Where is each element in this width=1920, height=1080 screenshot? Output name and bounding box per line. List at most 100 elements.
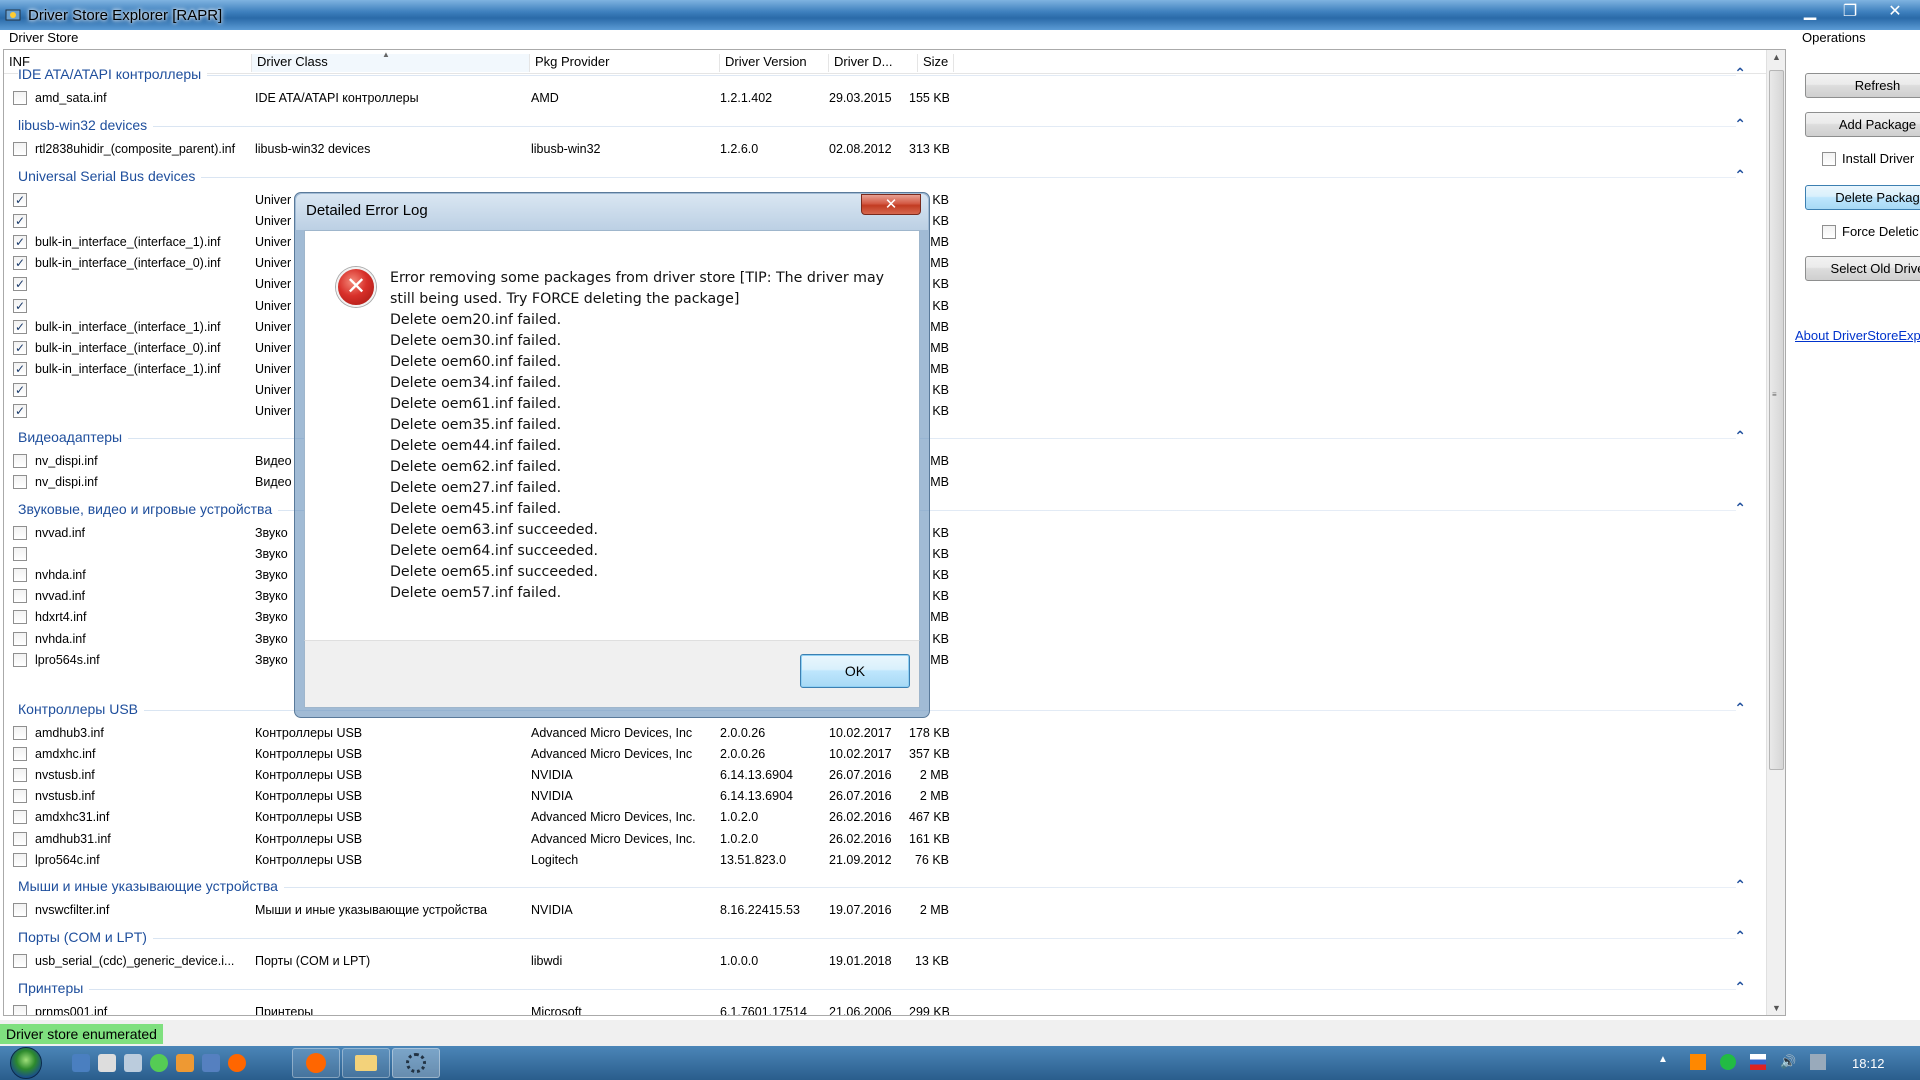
tray-expand-icon[interactable]: ▲ [1658, 1054, 1674, 1070]
row-checkbox[interactable] [13, 747, 27, 762]
table-row[interactable]: nvswcfilter.inf Мыши и иные указывающие у… [4, 900, 1766, 921]
table-row[interactable]: nvstusb.inf Контроллеры USB NVIDIA 6.14.13.… [4, 786, 1766, 807]
row-checkbox[interactable] [13, 652, 27, 667]
group-header[interactable]: Universal Serial Bus devices ⌃ [4, 166, 1766, 188]
row-checkbox[interactable] [13, 547, 27, 562]
cell-inf: rtl2838uhidir_(composite_parent).inf [35, 142, 236, 156]
group-header[interactable]: Принтеры ⌃ [4, 978, 1766, 1000]
explorer-task-icon[interactable] [342, 1048, 390, 1078]
scroll-up-icon[interactable]: ▲ [1772, 52, 1781, 62]
checkbox-icon[interactable] [1822, 151, 1836, 166]
table-row[interactable]: amdxhc.inf Контроллеры USB Advanced Micro … [4, 744, 1766, 765]
row-checkbox[interactable]: ✓ [13, 298, 27, 313]
scroll-thumb[interactable] [1769, 70, 1784, 770]
start-orb[interactable] [10, 1047, 42, 1079]
row-checkbox[interactable] [13, 1005, 27, 1015]
chevron-up-icon[interactable]: ⌃ [1734, 979, 1746, 996]
chevron-up-icon[interactable]: ⌃ [1734, 500, 1746, 517]
taskbar-clock[interactable]: 18:12 [1852, 1056, 1885, 1071]
ok-button[interactable]: OK [800, 654, 910, 688]
row-checkbox[interactable] [13, 91, 27, 105]
chevron-up-icon[interactable]: ⌃ [1734, 65, 1746, 82]
media-quicklaunch-icon[interactable] [98, 1054, 116, 1072]
maximize-button[interactable]: ❐ [1830, 0, 1870, 22]
cell-driver-version: 6.1.7601.17514 [720, 1005, 807, 1016]
row-checkbox[interactable] [13, 789, 27, 804]
action-center-icon[interactable] [1810, 1054, 1826, 1070]
row-checkbox[interactable] [13, 954, 27, 968]
row-checkbox[interactable]: ✓ [13, 382, 27, 397]
row-checkbox[interactable] [13, 142, 27, 156]
table-row[interactable]: lpro564c.inf Контроллеры USB Logitech 13.51… [4, 850, 1766, 871]
vertical-scrollbar[interactable]: ▲ ≡ ▼ [1766, 50, 1785, 1015]
error-log-line: Delete oem34.inf failed. [390, 375, 562, 391]
row-checkbox[interactable]: ✓ [13, 404, 27, 418]
about-link[interactable]: About DriverStoreExp [1795, 328, 1920, 343]
table-row[interactable]: amd_sata.inf IDE ATA/ATAPI контроллеры AMD… [4, 88, 1766, 109]
row-checkbox[interactable] [13, 610, 27, 625]
install-driver-checkbox[interactable]: Install Driver [1822, 151, 1914, 166]
row-checkbox[interactable] [13, 768, 27, 783]
notepad-quicklaunch-icon[interactable] [124, 1054, 142, 1072]
row-checkbox[interactable]: ✓ [13, 214, 27, 229]
table-row[interactable]: prnms001.inf Принтеры Microsoft 6.1.7601.17… [4, 1002, 1766, 1016]
table-row[interactable]: nvstusb.inf Контроллеры USB NVIDIA 6.14.13.… [4, 765, 1766, 786]
row-checkbox[interactable] [13, 454, 27, 468]
calculator-quicklaunch-icon[interactable] [202, 1054, 220, 1072]
explorer-quicklaunch-icon[interactable] [72, 1054, 90, 1072]
row-checkbox[interactable]: ✓ [13, 361, 27, 376]
row-checkbox[interactable]: ✓ [13, 340, 27, 355]
refresh-button[interactable]: Refresh [1805, 73, 1920, 98]
group-header[interactable]: IDE ATA/ATAPI контроллеры ⌃ [4, 64, 1766, 86]
row-checkbox[interactable]: ✓ [13, 235, 27, 250]
table-row[interactable]: amdxhc31.inf Контроллеры USB Advanced Micr… [4, 807, 1766, 828]
row-checkbox[interactable] [13, 568, 27, 583]
error-log-line: still being used. Try FORCE deleting the… [390, 291, 740, 307]
close-window-button[interactable]: ✕ [1870, 0, 1920, 22]
group-header[interactable]: Мыши и иные указывающие устройства ⌃ [4, 876, 1766, 898]
row-checkbox[interactable] [13, 726, 27, 740]
chevron-up-icon[interactable]: ⌃ [1734, 877, 1746, 894]
group-header[interactable]: Порты (COM и LPT) ⌃ [4, 927, 1766, 949]
table-row[interactable]: usb_serial_(cdc)_generic_device.i... Порт… [4, 951, 1766, 972]
row-checkbox[interactable]: ✓ [13, 277, 27, 292]
select-old-drivers-button[interactable]: Select Old Drive [1805, 256, 1920, 281]
chevron-up-icon[interactable]: ⌃ [1734, 116, 1746, 133]
add-package-button[interactable]: Add Package [1805, 112, 1920, 137]
row-checkbox[interactable] [13, 852, 27, 867]
table-row[interactable]: rtl2838uhidir_(composite_parent).inf libu… [4, 139, 1766, 160]
row-checkbox[interactable]: ✓ [13, 256, 27, 271]
row-checkbox[interactable] [13, 526, 27, 540]
force-deletion-checkbox[interactable]: Force Deletic [1822, 224, 1919, 239]
row-checkbox[interactable] [13, 589, 27, 604]
tray-network-icon[interactable] [1720, 1054, 1736, 1070]
language-flag-icon[interactable] [1750, 1054, 1766, 1070]
archive-quicklaunch-icon[interactable] [176, 1054, 194, 1072]
cell-driver-class: IDE ATA/ATAPI контроллеры [255, 91, 419, 105]
row-checkbox[interactable]: ✓ [13, 319, 27, 334]
utorrent-quicklaunch-icon[interactable] [150, 1054, 168, 1072]
group-header[interactable]: libusb-win32 devices ⌃ [4, 115, 1766, 137]
table-row[interactable]: amdhub3.inf Контроллеры USB Advanced Micro… [4, 723, 1766, 744]
chevron-up-icon[interactable]: ⌃ [1734, 428, 1746, 445]
driverstore-task-icon[interactable] [392, 1048, 440, 1078]
firefox-quicklaunch-icon[interactable] [228, 1054, 246, 1072]
row-checkbox[interactable] [13, 631, 27, 646]
volume-icon[interactable]: 🔊 [1780, 1054, 1796, 1070]
firefox-task-icon[interactable] [292, 1048, 340, 1078]
row-checkbox[interactable] [13, 903, 27, 917]
chevron-up-icon[interactable]: ⌃ [1734, 167, 1746, 184]
row-checkbox[interactable] [13, 831, 27, 846]
row-checkbox[interactable] [13, 475, 27, 490]
chevron-up-icon[interactable]: ⌃ [1734, 928, 1746, 945]
scroll-down-icon[interactable]: ▼ [1772, 1003, 1781, 1013]
chevron-up-icon[interactable]: ⌃ [1734, 700, 1746, 717]
row-checkbox[interactable]: ✓ [13, 193, 27, 207]
dialog-close-button[interactable]: ✕ [861, 194, 921, 215]
tray-app-icon[interactable] [1690, 1054, 1706, 1070]
checkbox-icon[interactable] [1822, 224, 1836, 239]
minimize-button[interactable]: ▁ [1790, 0, 1830, 22]
row-checkbox[interactable] [13, 810, 27, 825]
table-row[interactable]: amdhub31.inf Контроллеры USB Advanced Micr… [4, 829, 1766, 850]
delete-package-button[interactable]: Delete Packag [1805, 185, 1920, 210]
